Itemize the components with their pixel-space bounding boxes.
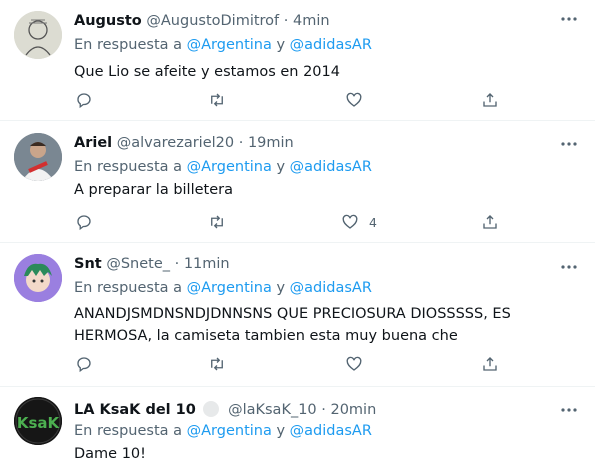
action-bar: 4 — [0, 212, 595, 232]
badge-icon — [203, 401, 220, 417]
display-name[interactable]: Augusto — [74, 13, 142, 29]
timestamp[interactable]: 19min — [248, 135, 294, 151]
timestamp[interactable]: 11min — [184, 256, 230, 272]
tweet-header: Snt @Snete_ · 11min — [74, 256, 230, 272]
reply-prefix: En respuesta a — [74, 423, 183, 439]
timestamp[interactable]: 20min — [330, 402, 376, 418]
separator-dot: · — [283, 13, 289, 29]
tweet-text: Dame 10! — [74, 446, 146, 462]
reply-context: En respuesta a @Argentina y @adidasAR — [74, 37, 372, 53]
heart-icon — [342, 214, 358, 229]
separator-dot: · — [238, 135, 244, 151]
reply-and: y — [276, 37, 286, 53]
share-icon — [483, 93, 497, 107]
tweet-header: Ariel @alvarezariel20 · 19min — [74, 135, 294, 151]
display-name[interactable]: Snt — [74, 256, 102, 272]
share-button[interactable] — [481, 354, 499, 374]
more-options-icon[interactable] — [559, 12, 579, 26]
user-handle[interactable]: @alvarezariel20 — [117, 135, 234, 151]
reply-and: y — [276, 159, 286, 175]
retweet-button[interactable] — [208, 354, 226, 374]
tweet[interactable]: KsaK LA KsaK del 10 @laKsaK_10 · 20min E… — [0, 387, 595, 464]
tweet-header: LA KsaK del 10 @laKsaK_10 · 20min — [74, 401, 376, 418]
more-options-icon[interactable] — [559, 137, 579, 151]
tweet[interactable]: Ariel @alvarezariel20 · 19min En respues… — [0, 121, 595, 243]
reply-context: En respuesta a @Argentina y @adidasAR — [74, 159, 372, 175]
heart-icon — [346, 92, 362, 107]
mention-link[interactable]: @adidasAR — [290, 159, 372, 175]
retweet-icon — [211, 357, 223, 371]
reply-and: y — [276, 280, 286, 296]
reply-icon — [77, 93, 91, 109]
share-button[interactable] — [481, 90, 499, 110]
avatar-logo-text: KsaK — [17, 414, 61, 432]
separator-dot: · — [321, 402, 326, 418]
like-count: 4 — [369, 214, 377, 230]
avatar[interactable]: KsaK — [14, 397, 62, 445]
reply-prefix: En respuesta a — [74, 159, 183, 175]
retweet-button[interactable] — [208, 212, 226, 232]
mention-link[interactable]: @Argentina — [187, 159, 272, 175]
action-bar — [0, 90, 595, 110]
reply-button[interactable] — [75, 212, 93, 232]
share-icon — [483, 215, 497, 229]
share-button[interactable] — [481, 212, 499, 232]
mention-link[interactable]: @adidasAR — [290, 37, 372, 53]
reply-context: En respuesta a @Argentina y @adidasAR — [74, 423, 372, 439]
avatar[interactable] — [14, 254, 62, 302]
user-handle[interactable]: @AugustoDimitrof — [146, 13, 279, 29]
reply-icon — [77, 215, 91, 231]
tweet-text: ANANDJSMDNSNDJDNNSNS QUE PRECIOSURA DIOS… — [74, 306, 511, 344]
share-icon — [483, 357, 497, 371]
mention-link[interactable]: @Argentina — [187, 280, 272, 296]
more-options-icon[interactable] — [559, 403, 579, 417]
reply-prefix: En respuesta a — [74, 37, 183, 53]
like-button[interactable] — [345, 90, 363, 110]
more-options-icon[interactable] — [559, 260, 579, 274]
retweet-button[interactable] — [208, 90, 226, 110]
reply-icon — [77, 357, 91, 373]
reply-context: En respuesta a @Argentina y @adidasAR — [74, 280, 372, 296]
mention-link[interactable]: @adidasAR — [290, 423, 372, 439]
tweet-header: Augusto @AugustoDimitrof · 4min — [74, 13, 330, 29]
tweet-text: Que Lio se afeite y estamos en 2014 — [74, 64, 340, 80]
tweet-text: A preparar la billetera — [74, 182, 233, 198]
reply-button[interactable] — [75, 354, 93, 374]
timestamp[interactable]: 4min — [293, 13, 330, 29]
tweet[interactable]: Snt @Snete_ · 11min En respuesta a @Arge… — [0, 243, 595, 387]
tweet[interactable]: Augusto @AugustoDimitrof · 4min En respu… — [0, 0, 595, 121]
reply-prefix: En respuesta a — [74, 280, 183, 296]
user-handle[interactable]: @laKsaK_10 — [228, 402, 317, 418]
retweet-icon — [211, 93, 223, 107]
mention-link[interactable]: @Argentina — [187, 423, 272, 439]
retweet-icon — [211, 215, 223, 229]
user-handle[interactable]: @Snete_ — [106, 256, 170, 272]
display-name[interactable]: Ariel — [74, 135, 112, 151]
display-name[interactable]: LA KsaK del 10 — [74, 402, 196, 418]
reply-button[interactable] — [75, 90, 93, 110]
action-bar — [0, 354, 595, 374]
mention-link[interactable]: @adidasAR — [290, 280, 372, 296]
heart-icon — [346, 356, 362, 371]
like-button[interactable] — [345, 354, 363, 374]
mention-link[interactable]: @Argentina — [187, 37, 272, 53]
like-button[interactable]: 4 — [341, 212, 377, 232]
separator-dot: · — [174, 256, 180, 272]
reply-and: y — [276, 423, 286, 439]
avatar[interactable] — [14, 133, 62, 181]
avatar[interactable] — [14, 11, 62, 59]
